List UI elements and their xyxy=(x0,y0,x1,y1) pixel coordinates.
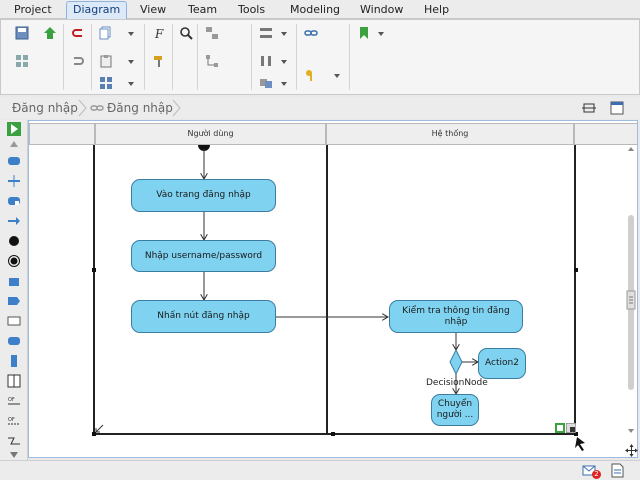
menu-view[interactable]: View xyxy=(134,2,172,18)
menu-tools[interactable]: Tools xyxy=(232,2,271,18)
arrange-icon[interactable] xyxy=(259,76,273,90)
mouse-cursor-icon xyxy=(575,437,585,451)
resize-handle-icon[interactable] xyxy=(95,424,104,433)
lane-settings-icon[interactable] xyxy=(566,423,576,433)
lane-add-icon[interactable] xyxy=(555,423,565,433)
partition-tool-icon[interactable] xyxy=(7,354,21,368)
action-node-2[interactable]: Nhập username/password xyxy=(131,240,276,272)
chevron-down-icon[interactable] xyxy=(281,60,287,64)
svg-text:OF: OF xyxy=(8,397,15,403)
pan-icon[interactable] xyxy=(625,444,638,457)
select-tool-icon[interactable] xyxy=(7,122,21,136)
breadcrumb: Đăng nhập Đăng nhập xyxy=(0,97,640,119)
toolbar-separator xyxy=(251,24,252,90)
chevron-down-icon[interactable] xyxy=(128,60,134,64)
copy-icon[interactable] xyxy=(99,26,113,40)
tool-palette: OF OF xyxy=(0,120,28,460)
undo-icon[interactable] xyxy=(71,26,85,40)
diagram-properties-icon[interactable] xyxy=(610,101,624,115)
toolbar-separator xyxy=(172,24,173,90)
toolbar-separator xyxy=(91,24,92,90)
swimlane-tool-icon[interactable] xyxy=(7,374,21,388)
vertical-scrollbar[interactable] xyxy=(626,145,636,435)
decision-node-label: DecisionNode xyxy=(426,378,488,388)
fork-tool-icon[interactable] xyxy=(7,174,21,188)
diagram-link-icon xyxy=(90,105,104,111)
toolbar-separator xyxy=(296,24,297,90)
status-bar: 2 xyxy=(0,460,640,480)
initial-node-tool-icon[interactable] xyxy=(7,234,21,248)
menu-diagram[interactable]: Diagram xyxy=(66,1,128,19)
chevron-down-icon[interactable] xyxy=(281,32,287,36)
chevron-down-icon[interactable] xyxy=(128,82,134,86)
action-node-6[interactable]: Chuyển người ... xyxy=(431,394,479,426)
paste-icon[interactable] xyxy=(99,54,113,68)
grid-icon[interactable] xyxy=(15,54,29,68)
send-signal-tool-icon[interactable] xyxy=(7,294,21,308)
diagram-canvas[interactable]: Người dùng Hệ thống Vào trang đăng nhập … xyxy=(28,120,638,458)
chevron-down-icon[interactable] xyxy=(378,32,384,36)
size-icon[interactable] xyxy=(259,54,273,68)
connector-icon[interactable] xyxy=(205,54,219,68)
interrupt-flow-tool-icon[interactable] xyxy=(7,434,21,448)
action-node-5[interactable]: Action2 xyxy=(478,348,526,379)
fit-diagram-icon[interactable] xyxy=(582,101,596,115)
call-action-tool-icon[interactable] xyxy=(7,194,21,208)
control-flow-tool-icon[interactable] xyxy=(7,214,21,228)
action-node-1[interactable]: Vào trang đăng nhập xyxy=(131,179,276,212)
activity-tool-icon[interactable] xyxy=(7,334,21,348)
toolbar-separator xyxy=(63,24,64,90)
distribute-icon[interactable] xyxy=(259,26,273,40)
action-tool-icon[interactable] xyxy=(7,154,21,168)
menu-bar: Project Diagram View Team Tools Modeling… xyxy=(0,0,640,19)
ribbon-toolbar: F xyxy=(0,19,640,95)
menu-modeling[interactable]: Modeling xyxy=(284,2,346,18)
breadcrumb-separator-icon xyxy=(78,99,87,117)
format-brush-icon[interactable] xyxy=(152,54,166,68)
link-icon[interactable] xyxy=(304,26,318,40)
palette-up-arrow-icon[interactable] xyxy=(7,138,21,152)
document-icon[interactable] xyxy=(611,463,624,478)
toolbar-separator xyxy=(144,24,145,90)
toolbar-separator xyxy=(197,24,198,90)
font-icon[interactable]: F xyxy=(152,26,166,40)
breadcrumb-item-diagram[interactable]: Đăng nhập xyxy=(107,100,173,116)
decision-node xyxy=(449,348,463,376)
menu-help[interactable]: Help xyxy=(418,2,455,18)
svg-text:F: F xyxy=(154,27,164,40)
svg-text:OF: OF xyxy=(8,417,15,423)
layout-icon[interactable] xyxy=(99,76,113,90)
object-flow-tool-icon[interactable]: OF xyxy=(7,394,21,408)
recycle-icon[interactable] xyxy=(43,26,57,40)
key-icon[interactable] xyxy=(304,68,318,82)
breadcrumb-separator-icon xyxy=(172,99,181,117)
exception-flow-tool-icon[interactable]: OF xyxy=(7,414,21,428)
flow-connectors xyxy=(92,145,585,451)
action-node-3[interactable]: Nhấn nút đăng nhập xyxy=(131,300,276,333)
mail-badge: 2 xyxy=(592,470,601,479)
redo-icon[interactable] xyxy=(71,54,85,68)
bookmark-icon[interactable] xyxy=(357,26,371,40)
search-icon[interactable] xyxy=(179,26,193,40)
chevron-down-icon[interactable] xyxy=(334,74,340,78)
menu-project[interactable]: Project xyxy=(8,2,58,18)
menu-window[interactable]: Window xyxy=(354,2,409,18)
save-icon[interactable] xyxy=(15,26,29,40)
object-node-tool-icon[interactable] xyxy=(7,274,21,288)
menu-team[interactable]: Team xyxy=(182,2,223,18)
chevron-down-icon[interactable] xyxy=(281,82,287,86)
note-tool-icon[interactable] xyxy=(7,314,21,328)
toolbar-separator xyxy=(349,24,350,90)
align-icon[interactable] xyxy=(205,26,219,40)
final-node-tool-icon[interactable] xyxy=(7,254,21,268)
action-node-4[interactable]: Kiểm tra thông tin đăng nhập xyxy=(389,300,523,333)
breadcrumb-item-model[interactable]: Đăng nhập xyxy=(12,100,78,116)
chevron-down-icon[interactable] xyxy=(128,32,134,36)
